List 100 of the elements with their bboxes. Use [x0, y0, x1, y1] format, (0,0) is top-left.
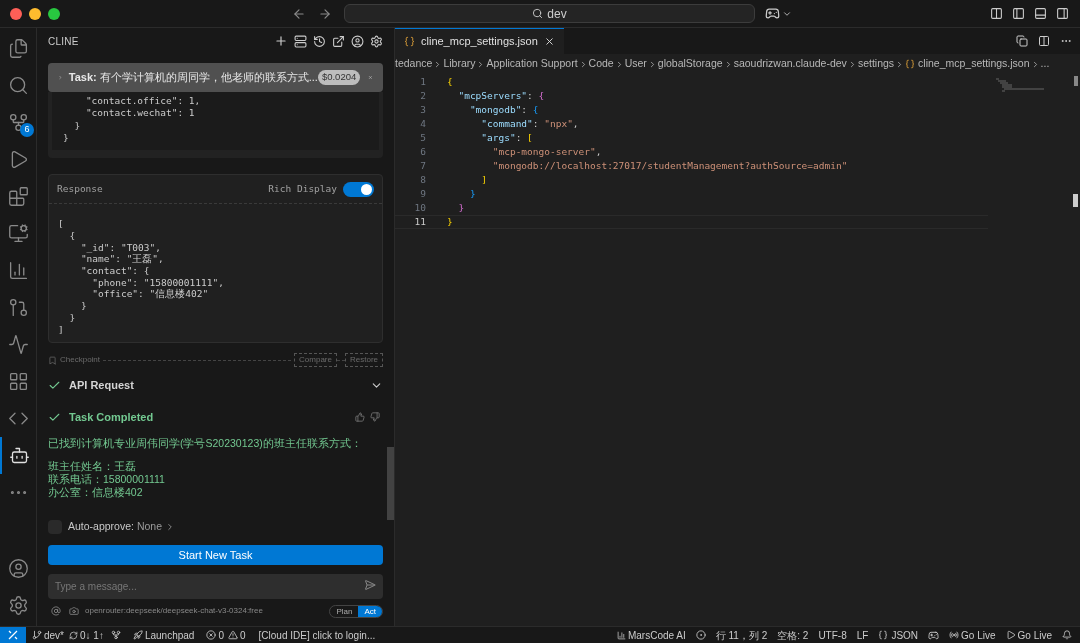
- line-number: 1: [419, 74, 427, 89]
- task-completed-label: Task Completed: [69, 409, 154, 425]
- open-in-editor-icon[interactable]: [332, 34, 345, 48]
- breadcrumb[interactable]: Code: [588, 56, 614, 72]
- line-number: 9: [419, 186, 427, 201]
- warning-count[interactable]: 0: [240, 627, 246, 643]
- forward-icon[interactable]: [318, 6, 332, 21]
- code-line: ]: [480, 172, 488, 187]
- json-file-icon: [905, 59, 916, 69]
- go-live-button[interactable]: Go Live: [961, 627, 996, 643]
- rocket-icon: [132, 630, 143, 640]
- line-number: 5: [419, 130, 427, 145]
- result-text: 班主任姓名：王磊: [48, 460, 137, 474]
- response-code: [ { "_id": "T003", "name": "王磊", "contact": { "phone": "15800001111", "office": "信息楼402" } } ]: [57, 217, 225, 337]
- close-window-button[interactable]: [10, 7, 22, 20]
- history-icon[interactable]: [313, 34, 326, 48]
- launchpad-item[interactable]: Launchpad: [144, 627, 195, 643]
- mode-toggle[interactable]: Act: [358, 605, 382, 617]
- back-icon[interactable]: [292, 6, 306, 21]
- encoding[interactable]: UTF-8: [818, 627, 847, 643]
- cursor-position[interactable]: 行 11，列 2: [715, 627, 768, 643]
- cloud-ide-item[interactable]: [Cloud IDE] click to login...: [258, 627, 376, 643]
- camera-icon[interactable]: [69, 606, 79, 617]
- toggle-sidebar-icon[interactable]: [1012, 7, 1025, 20]
- breadcrumb[interactable]: tedance: [395, 56, 433, 72]
- split-editor-icon[interactable]: [1038, 35, 1050, 47]
- toggle-panel-icon[interactable]: [1034, 7, 1047, 20]
- remote-button[interactable]: [0, 627, 26, 643]
- git-graph-icon[interactable]: [7, 297, 29, 318]
- cost-badge: $0.0204: [317, 70, 361, 85]
- breadcrumb[interactable]: User: [624, 56, 647, 72]
- sync-status[interactable]: 0↓ 1↑: [80, 627, 104, 643]
- search-icon[interactable]: [7, 75, 29, 96]
- scrollbar-thumb[interactable]: [1074, 76, 1078, 86]
- code-line: "args": [: [480, 130, 533, 145]
- chevron-icon[interactable]: [165, 522, 175, 533]
- breadcrumb[interactable]: ...: [1040, 56, 1050, 72]
- go-live-button[interactable]: Go Live: [1017, 627, 1052, 643]
- scrollbar-thumb[interactable]: [387, 447, 394, 520]
- new-task-icon[interactable]: [274, 34, 288, 48]
- breadcrumb[interactable]: Application Support: [486, 56, 578, 72]
- breadcrumb[interactable]: cline_mcp_settings.json: [918, 56, 1030, 72]
- line-number: 11: [413, 214, 427, 229]
- mention-icon[interactable]: [51, 606, 61, 617]
- files-icon[interactable]: [7, 38, 29, 59]
- close-icon[interactable]: [543, 36, 555, 47]
- indentation[interactable]: 空格: 2: [777, 627, 809, 643]
- commit-icon[interactable]: [695, 630, 706, 640]
- editor-tab[interactable]: cline_mcp_settings.json: [395, 28, 564, 54]
- line-number: 6: [419, 144, 427, 159]
- result-text: 已找到计算机专业周伟同学(学号S20230123)的班主任联系方式：: [48, 437, 363, 451]
- robot-icon[interactable]: [8, 445, 30, 466]
- remote-monitor-icon[interactable]: [7, 223, 29, 244]
- rich-display-toggle[interactable]: [343, 181, 374, 197]
- notifications-icon[interactable]: [1062, 630, 1072, 640]
- command-center-search[interactable]: dev: [344, 4, 755, 23]
- thumbs-down-icon[interactable]: [370, 412, 380, 423]
- bookmark-icon: [48, 355, 57, 365]
- task-title: Task: 有个学计算机的周同学，他老师的联系方式...: [68, 70, 318, 86]
- send-icon[interactable]: [364, 579, 376, 592]
- breadcrumb[interactable]: saoudrizwan.claude-dev: [733, 56, 847, 72]
- code-line: "command": "npx",: [480, 116, 579, 131]
- layout-icon[interactable]: [990, 7, 1003, 20]
- account-icon[interactable]: [7, 558, 29, 579]
- account-icon[interactable]: [351, 34, 364, 48]
- code-line: }: [457, 200, 465, 215]
- thumbs-up-icon[interactable]: [355, 412, 365, 423]
- broadcast-icon: [949, 630, 960, 640]
- message-field[interactable]: Type a message...: [48, 574, 383, 600]
- mode-toggle[interactable]: Plan: [330, 605, 359, 617]
- compare-icon[interactable]: [1016, 35, 1028, 47]
- code-line: "mongodb": {: [468, 102, 539, 117]
- extensions-icon[interactable]: [7, 186, 29, 207]
- grid-icon[interactable]: [7, 371, 29, 392]
- api-request-label[interactable]: API Request: [69, 376, 134, 394]
- toggle-secondary-sidebar-icon[interactable]: [1056, 7, 1069, 20]
- marscode-item[interactable]: MarsCode AI: [627, 627, 686, 643]
- breadcrumb[interactable]: settings: [857, 56, 895, 72]
- code-editor[interactable]: 1 { 2 "mcpServers": { 3 "mongodb": { 4 "command": "npx", 5 "args": [ 6 "mcp-mongo-server", 7 "mongodb://localhost:27017/studentManagement?authSource=admin" 8 ] 9 } 10 } 11 }: [395, 74, 1080, 626]
- language-mode[interactable]: JSON: [891, 627, 919, 643]
- cursor-marker: [1073, 194, 1078, 207]
- json-file-icon: [404, 36, 415, 47]
- settings-icon[interactable]: [7, 595, 29, 616]
- code-line: "mcp-mongo-server",: [491, 144, 602, 159]
- breadcrumb[interactable]: globalStorage: [657, 56, 723, 72]
- minimize-window-button[interactable]: [29, 7, 41, 20]
- maximize-window-button[interactable]: [48, 7, 60, 20]
- error-count[interactable]: 0: [218, 627, 224, 643]
- mcp-servers-icon[interactable]: [294, 34, 307, 48]
- wave-icon[interactable]: [7, 334, 29, 355]
- git-graph-icon[interactable]: [110, 630, 121, 640]
- task-banner[interactable]: Task: 有个学计算机的周同学，他老师的联系方式... $0.0204: [48, 63, 383, 92]
- line-ending[interactable]: LF: [856, 627, 869, 643]
- model-selector[interactable]: openrouter:deepseek/deepseek-chat-v3-0324:free: [85, 605, 263, 618]
- settings-icon[interactable]: [370, 34, 383, 48]
- breadcrumb[interactable]: Library: [443, 56, 476, 72]
- branch-label[interactable]: dev*: [44, 627, 64, 643]
- auto-approve-label[interactable]: Auto-approve: None: [68, 519, 162, 536]
- start-new-task-button[interactable]: Start New Task: [48, 545, 383, 566]
- response-title: Response: [57, 182, 103, 197]
